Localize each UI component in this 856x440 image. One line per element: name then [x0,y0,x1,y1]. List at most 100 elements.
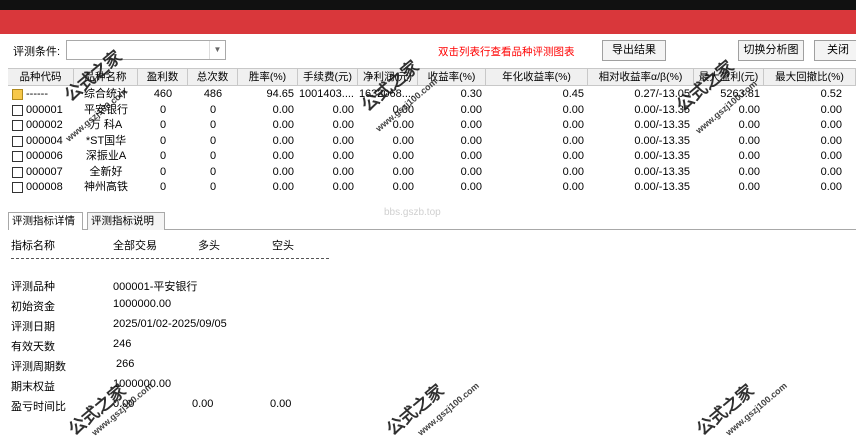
tab-indicator-details[interactable]: 评测指标详情 [8,212,83,230]
cell-return: 0.30 [460,88,482,100]
cell-code: 000008 [26,181,63,193]
detail-value-short: 0.00 [270,398,292,410]
cell-max-profit: 0.00 [738,150,760,162]
cell-return: 0.00 [460,134,482,147]
cell-profit: 0.00 [392,103,414,116]
col-header-max-profit[interactable]: 最大盈利(元) [694,69,764,86]
condition-label: 评测条件: [13,46,61,58]
col-header-drawdown[interactable]: 最大回撤比(%) [764,69,856,86]
cell-name: 深振业A [85,150,127,162]
switch-chart-button[interactable]: 切换分析图 [738,40,804,61]
col-header-alpha[interactable]: 相对收益率α/β(%) [588,69,694,86]
detail-header-short: 空头 [272,240,294,252]
cell-fee: 1001403.... [298,88,354,100]
col-header-rate[interactable]: 胜率(%) [238,69,298,86]
detail-value: 2025/01/02-2025/09/05 [113,318,227,330]
cell-code: ------ [26,88,48,100]
cell-alpha: 0.00/-13.35 [634,165,690,178]
table-row[interactable]: 000002 万 科A 0 0 0.00 0.00 0.00 0.00 0.00 0.00/-13… [8,118,856,134]
cell-code: 000007 [26,165,63,178]
col-header-profit[interactable]: 净利润(元) [358,69,418,86]
table-row[interactable]: 000004 *ST国华 0 0 0.00 0.00 0.00 0.00 0.00 0.00/-1… [8,134,856,150]
cell-total: 0 [209,181,217,193]
cell-fee: 0.00 [332,134,354,147]
cell-return: 0.00 [460,150,482,162]
export-button[interactable]: 导出结果 [602,40,666,61]
checkbox[interactable] [12,166,23,178]
cell-alpha: 0.27/-13.05 [634,88,690,100]
checkbox[interactable] [12,104,23,116]
detail-label: 盈亏时间比 [11,401,66,413]
cell-profit: 0.00 [392,119,414,131]
cell-code: 000002 [26,119,63,131]
cell-fee: 0.00 [332,165,354,178]
results-table: ------ 综合统计 460 486 94.65 1001403.... 1632068.… [8,87,856,201]
cell-name: 神州高铁 [84,181,128,193]
col-header-name[interactable]: 品种名称 [74,69,138,86]
cell-total: 0 [209,150,217,162]
cell-total: 0 [209,119,217,131]
cell-rate: 0.00 [272,119,294,131]
cell-profit: 0.00 [392,134,414,147]
cell-profit: 0.00 [392,150,414,162]
table-row[interactable]: 000008 神州高铁 0 0 0.00 0.00 0.00 0.00 0.00 0.00/-13… [8,180,856,196]
cell-rate: 94.65 [266,88,294,100]
cell-profit: 0.00 [392,165,414,178]
col-header-win[interactable]: 盈利数 [138,69,188,86]
close-button[interactable]: 关闭 [814,40,856,61]
cell-fee: 0.00 [332,181,354,193]
cell-max-profit: 0.00 [738,165,760,178]
table-row[interactable]: 000001 平安银行 0 0 0.00 0.00 0.00 0.00 0.00 0.00/-13… [8,103,856,119]
col-header-annual[interactable]: 年化收益率(%) [486,69,588,86]
cell-win: 0 [159,103,167,116]
cell-name: 综合统计 [84,88,128,100]
cell-drawdown: 0.00 [820,103,842,116]
detail-label: 初始资金 [11,301,55,313]
cell-annual: 0.00 [562,119,584,131]
cell-rate: 0.00 [272,181,294,193]
condition-select[interactable]: ▼ [66,40,226,60]
cell-name: 平安银行 [84,103,128,116]
checkbox[interactable] [12,151,23,162]
cell-alpha: 0.00/-13.35 [634,181,690,193]
detail-panel: 指标名称 全部交易 多头 空头 评测品种 000001-平安银行 初始资金 10… [0,230,856,428]
folder-icon[interactable] [12,89,23,100]
title-red-bar [0,10,856,34]
cell-fee: 0.00 [332,150,354,162]
col-header-return[interactable]: 收益率(%) [418,69,486,86]
cell-drawdown: 0.00 [820,119,842,131]
cell-total: 0 [209,103,217,116]
cell-alpha: 0.00/-13.35 [634,119,690,131]
cell-annual: 0.00 [562,150,584,162]
cell-rate: 0.00 [272,165,294,178]
checkbox[interactable] [12,135,23,147]
cell-max-profit: 0.00 [738,181,760,193]
cell-annual: 0.45 [562,88,584,100]
table-row[interactable]: 000006 深振业A 0 0 0.00 0.00 0.00 0.00 0.00 0.00/-13… [8,149,856,165]
checkbox[interactable] [12,182,23,193]
cell-total: 0 [209,134,217,147]
detail-value: 1000000.00 [113,378,172,390]
cell-win: 0 [159,134,167,147]
col-header-total[interactable]: 总次数 [188,69,238,86]
cell-drawdown: 0.00 [820,181,842,193]
table-row[interactable]: 000007 全新好 0 0 0.00 0.00 0.00 0.00 0.00 0.00/-13.… [8,165,856,181]
table-row[interactable]: ------ 综合统计 460 486 94.65 1001403.... 1632068.… [8,87,856,103]
cell-return: 0.00 [460,181,482,193]
chevron-down-icon[interactable]: ▼ [209,41,225,59]
window-top-bar [0,0,856,10]
cell-win: 0 [159,119,167,131]
cell-alpha: 0.00/-13.35 [634,134,690,147]
cell-profit: 0.00 [392,181,414,193]
cell-max-profit: 0.00 [738,119,760,131]
col-header-fee[interactable]: 手续费(元) [298,69,358,86]
cell-annual: 0.00 [562,165,584,178]
col-header-code[interactable]: 品种代码 [8,69,74,86]
toolbar: 评测条件: ▼ 双击列表行查看品种评测图表 导出结果 切换分析图 关闭 [0,38,856,64]
cell-name: 万 科A [89,119,123,131]
cell-win: 0 [159,150,167,162]
checkbox[interactable] [12,120,23,131]
detail-value: 000001-平安银行 [113,281,198,293]
tab-indicator-explanation[interactable]: 评测指标说明 [87,212,165,230]
cell-rate: 0.00 [272,134,294,147]
